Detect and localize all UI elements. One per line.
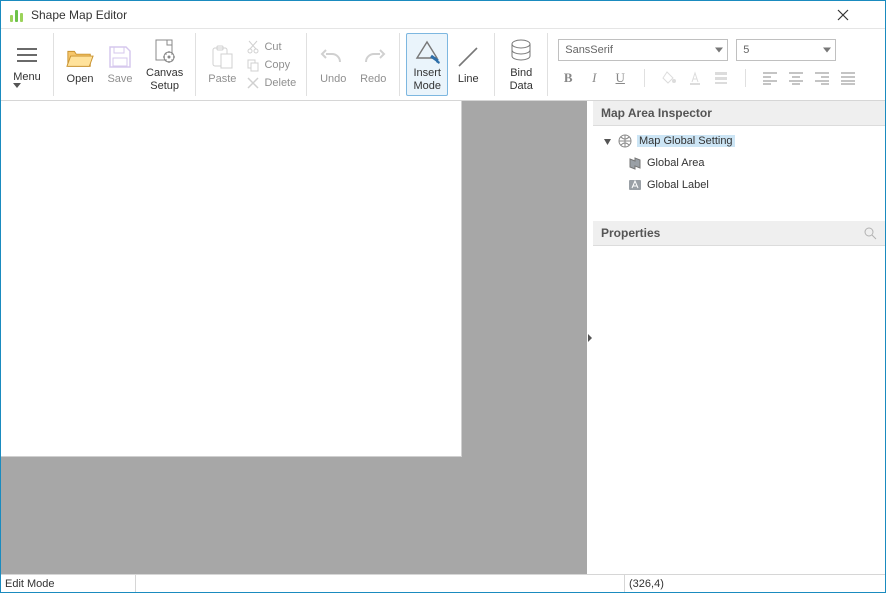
undo-label: Undo <box>320 73 346 85</box>
chevron-down-icon <box>715 48 723 53</box>
fill-color-button[interactable] <box>659 68 679 88</box>
paste-icon <box>208 43 236 71</box>
redo-button[interactable]: Redo <box>353 33 393 96</box>
splitter-grip-icon <box>588 334 592 342</box>
delete-icon <box>246 76 260 90</box>
canvas-background[interactable] <box>1 101 587 574</box>
properties-title: Properties <box>601 226 660 240</box>
insert-mode-label: Insert Mode <box>413 67 441 91</box>
paste-label: Paste <box>208 73 236 85</box>
toolbar-group-undo: Undo Redo <box>307 33 400 96</box>
underline-button[interactable]: U <box>610 68 630 88</box>
cut-label: Cut <box>264 41 281 53</box>
text-color-button[interactable] <box>685 68 705 88</box>
status-bar: Edit Mode (326,4) <box>1 574 885 592</box>
undo-button[interactable]: Undo <box>313 33 353 96</box>
label-icon <box>627 177 643 193</box>
italic-button[interactable]: I <box>584 68 604 88</box>
menu-label: Menu <box>13 71 41 88</box>
font-size-combo[interactable]: 5 <box>736 39 836 61</box>
right-panel: Map Area Inspector Map Global Setting <box>593 101 885 574</box>
format-color-group <box>659 68 731 88</box>
delete-button[interactable]: Delete <box>242 76 300 90</box>
search-icon[interactable] <box>863 226 877 240</box>
save-button[interactable]: Save <box>100 33 140 96</box>
save-label: Save <box>107 73 132 85</box>
redo-label: Redo <box>360 73 386 85</box>
toolbar-font-area: SansSerif 5 B I U <box>548 33 885 96</box>
toolbar-group-insert: Insert Mode Line <box>400 33 495 96</box>
expander-icon[interactable] <box>603 137 613 146</box>
inspector-tree: Map Global Setting Global Area Global La… <box>593 126 885 221</box>
bind-data-button[interactable]: Bind Data <box>501 33 541 96</box>
bind-data-label: Bind Data <box>510 67 533 91</box>
separator <box>745 69 746 87</box>
undo-icon <box>319 43 347 71</box>
tree-root-label: Map Global Setting <box>637 135 735 147</box>
paste-button[interactable]: Paste <box>202 33 242 96</box>
properties-header: Properties <box>593 221 885 246</box>
line-button[interactable]: Line <box>448 33 488 96</box>
toolbar-group-menu: Menu <box>1 33 54 96</box>
area-icon <box>627 155 643 171</box>
properties-body <box>593 246 885 574</box>
tree-row-root[interactable]: Map Global Setting <box>599 130 879 152</box>
tree-row-label[interactable]: Global Label <box>599 174 879 196</box>
status-mid <box>136 575 625 592</box>
bind-data-icon <box>507 37 535 65</box>
window-title: Shape Map Editor <box>31 8 127 22</box>
open-label: Open <box>67 73 94 85</box>
insert-mode-button[interactable]: Insert Mode <box>406 33 448 96</box>
font-size-value: 5 <box>743 44 749 56</box>
canvas-setup-icon <box>151 37 179 65</box>
cut-icon <box>246 40 260 54</box>
font-family-combo[interactable]: SansSerif <box>558 39 728 61</box>
main-area: Map Area Inspector Map Global Setting <box>1 101 885 574</box>
open-button[interactable]: Open <box>60 33 100 96</box>
font-family-value: SansSerif <box>565 44 613 56</box>
status-coords: (326,4) <box>625 575 885 592</box>
line-icon <box>454 43 482 71</box>
copy-button[interactable]: Copy <box>242 58 300 72</box>
status-mode: Edit Mode <box>1 575 136 592</box>
redo-icon <box>359 43 387 71</box>
open-icon <box>66 43 94 71</box>
toolbar-clipboard-small: Cut Copy Delete <box>242 33 300 96</box>
canvas[interactable] <box>1 101 461 456</box>
toolbar-group-clipboard: Paste Cut Copy Delete <box>196 33 307 96</box>
bold-button[interactable]: B <box>558 68 578 88</box>
close-button[interactable] <box>837 9 881 21</box>
app-icon <box>9 7 25 23</box>
globe-icon <box>617 133 633 149</box>
copy-icon <box>246 58 260 72</box>
canvas-setup-button[interactable]: Canvas Setup <box>140 33 189 96</box>
line-label: Line <box>458 73 479 85</box>
inspector-header: Map Area Inspector <box>593 101 885 126</box>
tree-row-area[interactable]: Global Area <box>599 152 879 174</box>
format-style-group: B I U <box>558 68 630 88</box>
toolbar: Menu Open Save <box>1 29 885 101</box>
copy-label: Copy <box>264 59 290 71</box>
title-bar: Shape Map Editor <box>1 1 885 29</box>
canvas-setup-label: Canvas Setup <box>146 67 183 91</box>
menu-icon <box>13 41 41 69</box>
tree-area-label: Global Area <box>647 157 704 169</box>
separator <box>644 69 645 87</box>
toolbar-group-file: Open Save Canvas <box>54 33 196 96</box>
align-left-button[interactable] <box>760 68 780 88</box>
delete-label: Delete <box>264 77 296 89</box>
highlight-button[interactable] <box>711 68 731 88</box>
format-align-group <box>760 68 858 88</box>
cut-button[interactable]: Cut <box>242 40 300 54</box>
chevron-down-icon <box>823 48 831 53</box>
align-center-button[interactable] <box>786 68 806 88</box>
insert-mode-icon <box>413 37 441 65</box>
inspector-title: Map Area Inspector <box>601 106 712 120</box>
align-right-button[interactable] <box>812 68 832 88</box>
toolbar-group-data: Bind Data <box>495 33 548 96</box>
align-justify-button[interactable] <box>838 68 858 88</box>
save-icon <box>106 43 134 71</box>
menu-button[interactable]: Menu <box>7 33 47 96</box>
tree-label-label: Global Label <box>647 179 709 191</box>
